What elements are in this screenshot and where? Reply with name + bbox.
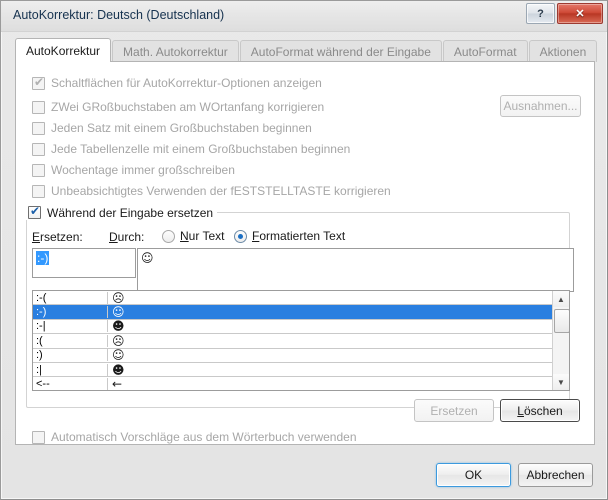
replace-input[interactable]: :-) <box>32 248 136 278</box>
radio-nur-text[interactable]: Nur Text <box>162 229 224 243</box>
list-item[interactable]: :-) ☺ <box>33 305 553 320</box>
checkbox-box <box>32 121 45 135</box>
list-item-replace: :) <box>33 349 108 362</box>
with-input-value: ☺ <box>141 251 154 265</box>
checkbox-box: ✔ <box>28 204 41 219</box>
delete-entry-button[interactable]: Löschen <box>500 399 580 422</box>
tab-autoformat-waehrend-eingabe[interactable]: AutoFormat während der Eingabe <box>239 40 442 62</box>
list-item-with: ☺ <box>112 348 125 363</box>
list-item-replace: :| <box>33 363 108 376</box>
ok-button[interactable]: OK <box>436 463 511 487</box>
delete-entry-mnemonic: L <box>517 403 524 418</box>
list-item-with: ☺ <box>112 305 125 320</box>
checkbox-two-initial-capitals[interactable]: ZWei GRoßbuchstaben am WOrtanfang korrig… <box>32 100 324 114</box>
close-icon[interactable]: ✕ <box>557 3 603 24</box>
scrollbar-thumb[interactable] <box>554 309 569 333</box>
title-bar: AutoKorrektur: Deutsch (Deutschland) ? ✕ <box>1 1 607 32</box>
label-durch-rest: urch: <box>117 230 145 244</box>
checkbox-box <box>32 100 45 114</box>
list-item-with: ☹ <box>112 333 125 348</box>
with-input[interactable]: ☺ <box>137 248 574 292</box>
scroll-down-icon[interactable]: ▼ <box>553 374 569 390</box>
checkbox-use-dictionary-suggestions[interactable]: Automatisch Vorschläge aus dem Wörterbuc… <box>32 430 357 444</box>
radio-circle <box>234 229 247 243</box>
list-scrollbar[interactable]: ▲ ▼ <box>552 291 569 390</box>
list-item[interactable]: :-( ☹ <box>33 290 553 306</box>
dialog-title: AutoKorrektur: Deutsch (Deutschland) <box>13 8 225 22</box>
tab-aktionen[interactable]: Aktionen <box>528 40 598 62</box>
cancel-button[interactable]: Abbrechen <box>518 463 593 487</box>
checkbox-box: ✔ <box>32 74 45 90</box>
label-ersetzen-rest: rsetzen: <box>40 230 83 244</box>
list-item[interactable]: :( ☹ <box>33 333 553 349</box>
checkbox-label: Unbeabsichtigtes Verwenden der fESTSTELL… <box>51 184 391 198</box>
radio-label: Nur Text <box>180 229 225 243</box>
replacement-list[interactable]: :-( ☹ :-) ☺ :-| ☻ :( ☹ :) ☺:| ☻ <-- ← ▲… <box>32 290 570 391</box>
checkbox-capitalize-sentence[interactable]: Jeden Satz mit einem Großbuchstaben begi… <box>32 121 312 135</box>
radio-circle <box>162 229 175 243</box>
autocorrect-dialog: AutoKorrektur: Deutsch (Deutschland) ? ✕… <box>0 0 608 500</box>
checkbox-label: Während der Eingabe ersetzen <box>47 205 214 220</box>
tab-page-autokorrektur: ✔ Schaltflächen für AutoKorrektur-Option… <box>15 61 595 445</box>
list-item-replace: :-( <box>33 291 108 304</box>
list-item-replace: :( <box>33 334 108 347</box>
list-item-with: ☻ <box>112 319 125 334</box>
tab-autokorrektur[interactable]: AutoKorrektur <box>15 38 112 62</box>
list-item[interactable]: <-- ← <box>33 377 553 391</box>
checkbox-label: Jeden Satz mit einem Großbuchstaben begi… <box>51 121 312 135</box>
label-ersetzen: Ersetzen: <box>32 230 83 244</box>
replace-entry-button[interactable]: Ersetzen <box>414 399 494 422</box>
checkbox-replace-while-typing[interactable]: ✔ Während der Eingabe ersetzen <box>24 204 218 220</box>
label-durch: Durch: <box>109 230 145 244</box>
tab-math-autokorrektur[interactable]: Math. Autokorrektur <box>112 40 239 62</box>
list-item-with: ☻ <box>112 362 125 377</box>
list-item-replace: :-) <box>33 306 108 319</box>
checkbox-label: Automatisch Vorschläge aus dem Wörterbuc… <box>51 430 357 444</box>
list-item-replace: <-- <box>33 378 108 390</box>
checkbox-capitalize-weekdays[interactable]: Wochentage immer großschreiben <box>32 163 235 177</box>
exceptions-button[interactable]: Ausnahmen... <box>500 95 581 117</box>
checkbox-label: ZWei GRoßbuchstaben am WOrtanfang korrig… <box>51 100 325 114</box>
list-item[interactable]: :) ☺ <box>33 348 553 363</box>
list-item[interactable]: :| ☻ <box>33 362 553 378</box>
checkbox-box <box>32 163 45 177</box>
checkbox-label: Jede Tabellenzelle mit einem Großbuchsta… <box>51 142 351 156</box>
checkbox-box <box>32 142 45 156</box>
checkbox-show-autocorrect-buttons[interactable]: ✔ Schaltflächen für AutoKorrektur-Option… <box>32 74 322 90</box>
checkbox-correct-caps-lock[interactable]: Unbeabsichtigtes Verwenden der fESTSTELL… <box>32 184 391 198</box>
checkbox-capitalize-table-cell[interactable]: Jede Tabellenzelle mit einem Großbuchsta… <box>32 142 350 156</box>
replacement-list-rows: :-( ☹ :-) ☺ :-| ☻ :( ☹ :) ☺:| ☻ <-- ← <box>33 290 553 391</box>
list-item-with: ← <box>112 377 123 391</box>
scroll-up-icon[interactable]: ▲ <box>553 291 569 307</box>
radio-formatierten-text[interactable]: Formatierten Text <box>234 229 345 243</box>
caption-button-group: ? ✕ <box>526 3 603 24</box>
checkbox-box <box>32 184 45 198</box>
tab-autoformat[interactable]: AutoFormat <box>442 40 528 62</box>
checkbox-label: Schaltflächen für AutoKorrektur-Optionen… <box>51 76 322 90</box>
list-item-replace: :-| <box>33 320 108 333</box>
replace-input-value: :-) <box>36 251 50 265</box>
dialog-button-group: OK Abbrechen <box>436 463 593 487</box>
radio-label: Formatierten Text <box>252 229 346 243</box>
list-item[interactable]: :-| ☻ <box>33 319 553 335</box>
checkbox-box <box>32 430 45 444</box>
checkbox-label: Wochentage immer großschreiben <box>51 163 235 177</box>
help-icon[interactable]: ? <box>526 3 555 24</box>
list-item-with: ☹ <box>112 290 125 305</box>
tab-strip: AutoKorrektur Math. Autokorrektur AutoFo… <box>15 38 598 62</box>
